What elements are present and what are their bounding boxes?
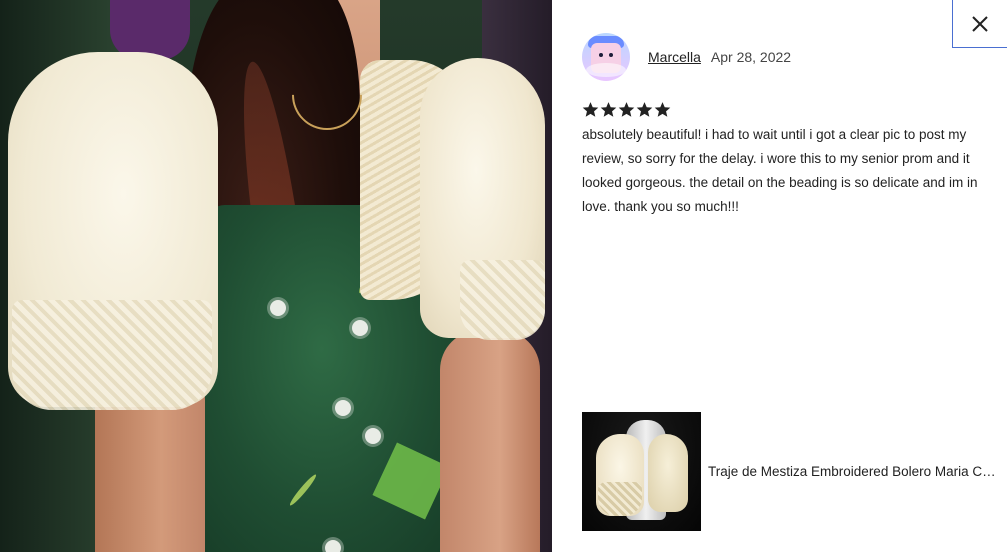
photo-dress-flower xyxy=(335,400,351,416)
star-icon xyxy=(600,102,617,117)
close-icon xyxy=(972,15,988,32)
avatar[interactable] xyxy=(582,33,630,81)
review-text: absolutely beautiful! i had to wait unti… xyxy=(582,127,978,214)
reviewer-header: Marcella Apr 28, 2022 xyxy=(582,33,791,81)
photo-right-arm xyxy=(440,330,540,552)
photo-right-sleeve-lace xyxy=(460,260,545,340)
product-title[interactable]: Traje de Mestiza Embroidered Bolero Mari… xyxy=(708,464,998,479)
star-rating xyxy=(582,101,671,118)
star-icon xyxy=(582,102,599,117)
star-icon xyxy=(618,102,635,117)
product-thumbnail[interactable] xyxy=(582,412,701,531)
photo-background-figure xyxy=(110,0,190,60)
star-icon xyxy=(654,102,671,117)
photo-dress-flower xyxy=(325,540,341,552)
review-date: Apr 28, 2022 xyxy=(710,49,792,65)
photo-left-sleeve-lace xyxy=(12,300,212,410)
photo-dress-flower xyxy=(365,428,381,444)
review-panel: Marcella Apr 28, 2022 absolutely beautif… xyxy=(552,0,1007,552)
photo-dress-flower xyxy=(270,300,286,316)
review-photo xyxy=(0,0,552,552)
photo-dress-flower xyxy=(352,320,368,336)
product-link[interactable]: Traje de Mestiza Embroidered Bolero Mari… xyxy=(582,412,998,531)
star-icon xyxy=(636,102,653,117)
reviewer-name-link[interactable]: Marcella xyxy=(648,49,701,65)
close-button[interactable] xyxy=(952,0,1007,48)
